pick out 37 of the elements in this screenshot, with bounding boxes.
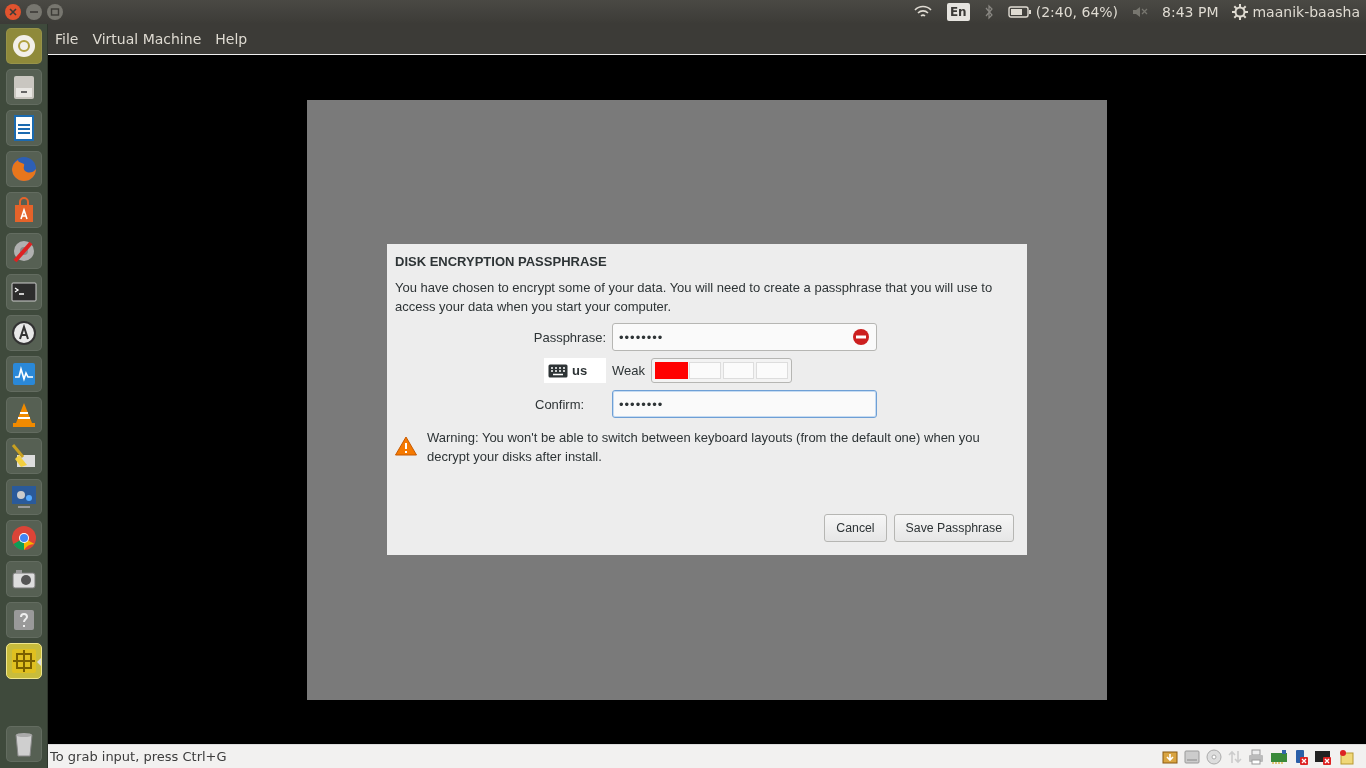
minimize-icon[interactable] <box>25 3 43 21</box>
maximize-icon[interactable] <box>46 3 64 21</box>
dialog-button[interactable]: Save Passphrase <box>893 514 1014 542</box>
usb-drive-icon[interactable] <box>1294 748 1308 765</box>
passphrase-field[interactable]: •••••••• <box>612 390 877 418</box>
dialog-button[interactable]: Cancel <box>824 514 887 542</box>
dialog-title: DISK ENCRYPTION PASSPHRASE <box>395 254 608 269</box>
passphrase-field[interactable]: •••••••• <box>612 323 877 351</box>
menu-item[interactable]: Help <box>208 31 255 47</box>
clock[interactable]: 8:43 PM <box>1162 4 1219 20</box>
keyboard-indicator[interactable]: En <box>946 3 970 21</box>
note-pin-icon[interactable] <box>1338 748 1354 765</box>
keyboard-icon <box>548 363 568 378</box>
warning-icon <box>395 436 417 456</box>
strength-label: Weak <box>612 363 645 378</box>
download-box-icon[interactable] <box>1162 748 1178 765</box>
gear-icon[interactable] <box>1232 4 1249 20</box>
battery-text[interactable]: (2:40, 64%) <box>1035 4 1119 20</box>
network-card-icon[interactable] <box>1270 748 1288 765</box>
launcher-item[interactable] <box>5 643 42 679</box>
bluetooth-icon[interactable] <box>983 4 994 20</box>
battery-icon[interactable] <box>1007 5 1032 19</box>
menu-item[interactable]: File <box>48 31 86 47</box>
menu-item[interactable]: Virtual Machine <box>85 31 209 47</box>
user-name[interactable]: maanik-baasha <box>1252 4 1360 20</box>
keyboard-layout-indicator[interactable]: us <box>544 358 606 383</box>
close-icon[interactable] <box>4 3 22 21</box>
meter-segment <box>756 362 788 379</box>
wifi-icon[interactable] <box>912 5 933 19</box>
warning-text: Warning: You won't be able to switch between keyboard layouts (from the default one) when you decrypt your disks after install. <box>427 429 981 466</box>
meter-segment <box>688 362 721 379</box>
meter-segment <box>722 362 755 379</box>
dialog-description: You have chosen to encrypt some of your data. You will need to create a passphrase that you will use to access your data when you start your computer. <box>395 279 994 316</box>
display-icon[interactable] <box>1314 748 1332 765</box>
status-message: To grab input, press Ctrl+G <box>50 749 227 764</box>
field-label: Passphrase: <box>533 329 606 345</box>
field-label: Confirm: <box>534 396 585 412</box>
